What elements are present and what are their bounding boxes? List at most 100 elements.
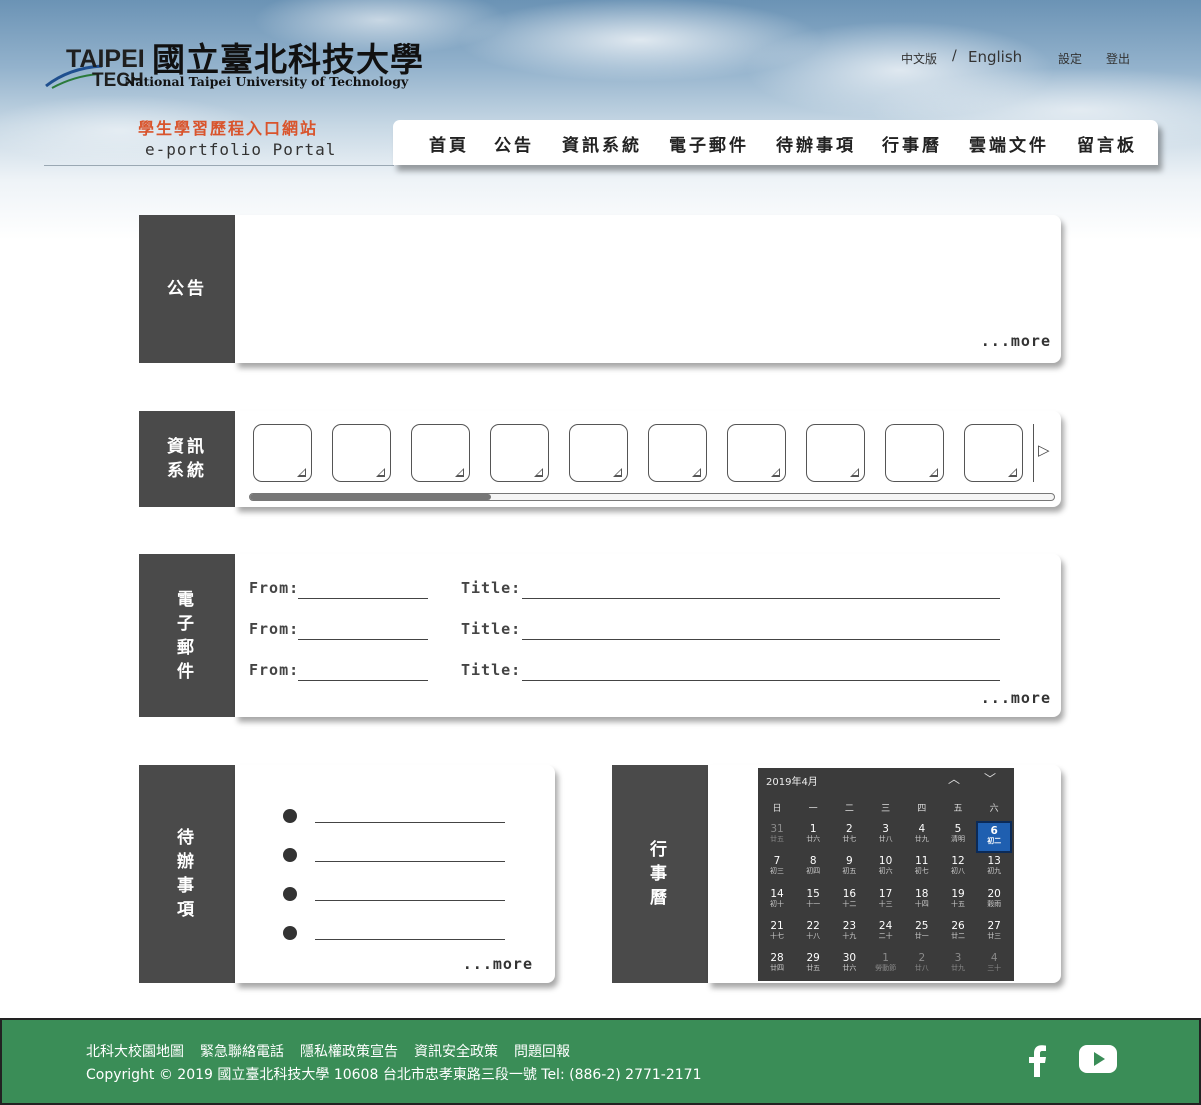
app-tile[interactable] [411,424,470,482]
app-tile[interactable] [253,424,312,482]
calendar-day[interactable]: 23 十九 [831,918,867,950]
app-tile[interactable] [885,424,944,482]
lang-english-link[interactable]: English [968,48,1022,66]
todo-item[interactable] [283,885,513,905]
email-row[interactable]: From: Title: [249,661,1009,685]
calendar-day-number: 5 [954,823,962,835]
calendar-day[interactable]: 29 廿五 [795,950,831,981]
scrollbar-thumb[interactable] [250,494,491,500]
carousel-next-icon[interactable]: ▷ [1038,441,1050,459]
calendar-lunar-date: 廿七 [842,835,857,843]
settings-link[interactable]: 設定 [1058,50,1082,67]
calendar-day[interactable]: 1 廿六 [795,821,831,853]
lang-chinese-link[interactable]: 中文版 [901,50,937,67]
calendar-day[interactable]: 4 三十 [976,950,1012,981]
nav-home[interactable]: 首頁 [429,131,469,156]
app-tile[interactable] [727,424,786,482]
app-tile[interactable] [648,424,707,482]
calendar-prev-icon[interactable]: ︿ [948,770,960,787]
calendar-day[interactable]: 13 初九 [976,853,1012,885]
app-tile[interactable] [964,424,1023,482]
app-tile[interactable] [332,424,391,482]
calendar-day[interactable]: 1 勞動節 [868,950,904,981]
app-tile[interactable] [490,424,549,482]
nav-announcements[interactable]: 公告 [494,131,534,156]
calendar-day[interactable]: 26 廿二 [940,918,976,950]
app-tile[interactable] [806,424,865,482]
nav-info-systems[interactable]: 資訊系統 [562,131,642,156]
calendar-day[interactable]: 3 廿九 [940,950,976,981]
portal-title-cn: 學生學習歷程入口網站 [138,119,319,138]
calendar-month-title: 2019年4月 [766,777,818,788]
calendar-day[interactable]: 30 廿六 [831,950,867,981]
calendar-day[interactable]: 22 十八 [795,918,831,950]
announcements-panel: ...more [235,215,1061,363]
app-tile[interactable] [569,424,628,482]
calendar-lunar-date: 初五 [842,867,857,876]
nav-email[interactable]: 電子郵件 [669,131,749,156]
calendar-day[interactable]: 7 初三 [759,853,795,885]
calendar-day[interactable]: 19 十五 [940,886,976,918]
calendar-day[interactable]: 4 廿九 [904,821,940,853]
calendar-day[interactable]: 2 廿七 [831,821,867,853]
expand-corner-icon [850,468,859,477]
logout-link[interactable]: 登出 [1106,50,1130,67]
calendar-day[interactable]: 16 十二 [831,886,867,918]
todo-line [315,900,505,901]
calendar-day[interactable]: 14 初十 [759,886,795,918]
nav-message-board[interactable]: 留言板 [1077,131,1137,156]
nav-calendar[interactable]: 行事曆 [882,131,942,156]
calendar-day[interactable]: 27 廿三 [976,918,1012,950]
announcements-more-link[interactable]: ...more [981,332,1051,350]
footer-link[interactable]: 隱私權政策宣告 [300,1044,398,1060]
university-logo[interactable]: TAIPEI TECH 國立臺北科技大學 National Taipei Uni… [44,32,434,94]
calendar-day[interactable]: 2 廿八 [904,950,940,981]
email-row[interactable]: From: Title: [249,620,1009,644]
footer-link[interactable]: 問題回報 [514,1044,570,1060]
calendar-day[interactable]: 15 十一 [795,886,831,918]
todo-line [315,861,505,862]
todo-item[interactable] [283,807,513,827]
calendar-day-today[interactable]: 6 初二 [976,821,1013,853]
calendar-day-number: 17 [878,887,893,900]
calendar-day[interactable]: 20 穀雨 [976,886,1012,918]
calendar-day[interactable]: 31 廿五 [759,821,795,853]
calendar-next-icon[interactable]: ﹀ [984,770,996,787]
horizontal-scrollbar[interactable] [249,493,1055,501]
calendar-day-number: 12 [951,855,965,868]
footer-link[interactable]: 北科大校園地圖 [86,1044,184,1060]
calendar-lunar-date: 初六 [878,867,893,876]
calendar-day[interactable]: 12 初八 [940,853,976,885]
calendar-day[interactable]: 21 十七 [759,918,795,950]
calendar-day-number: 23 [842,919,857,932]
email-more-link[interactable]: ...more [981,689,1051,707]
calendar-lunar-date: 勞動節 [875,964,897,973]
calendar-lunar-date: 三十 [987,964,1002,973]
calendar-day[interactable]: 10 初六 [868,853,904,885]
calendar-day[interactable]: 3 廿八 [868,821,904,853]
todo-item[interactable] [283,846,513,866]
todo-label-char: 項 [177,900,197,920]
calendar-day[interactable]: 5 清明 [940,821,976,853]
calendar-day[interactable]: 8 初四 [795,853,831,885]
calendar-day[interactable]: 11 初七 [904,853,940,885]
calendar-day[interactable]: 28 廿四 [759,950,795,981]
nav-cloud-docs[interactable]: 雲端文件 [969,131,1049,156]
todo-item[interactable] [283,924,513,944]
calendar-day[interactable]: 24 二十 [868,918,904,950]
footer-link[interactable]: 資訊安全政策 [414,1044,498,1060]
calendar-weekday: 四 [917,804,927,814]
nav-todo[interactable]: 待辦事項 [776,131,856,156]
email-from-line [298,680,428,681]
calendar-day[interactable]: 25 廿一 [904,918,940,950]
facebook-icon[interactable] [1027,1045,1047,1077]
calendar-widget: 2019年4月 ︿ ﹀ 日一二三四五六 31 廿五 1 廿六 2 廿七 3 廿八 4 廿九 5 清明 6 初… [758,768,1014,981]
todo-more-link[interactable]: ...more [463,955,533,973]
calendar-day[interactable]: 18 十四 [904,886,940,918]
calendar-day[interactable]: 17 十三 [868,886,904,918]
calendar-day[interactable]: 9 初五 [831,853,867,885]
youtube-icon[interactable] [1079,1045,1117,1073]
calendar-day-number: 1 [809,823,817,835]
email-row[interactable]: From: Title: [249,579,1009,603]
footer-link[interactable]: 緊急聯絡電話 [200,1044,284,1060]
